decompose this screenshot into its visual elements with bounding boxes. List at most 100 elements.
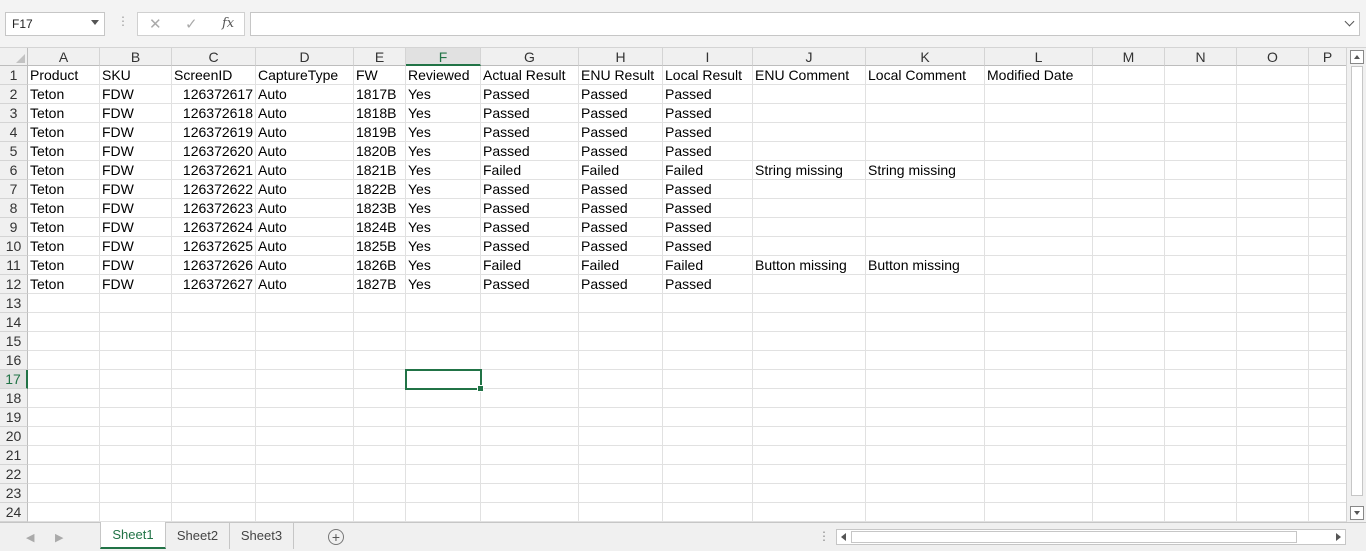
column-header-h[interactable]: H (579, 48, 663, 66)
cell-m15[interactable] (1093, 332, 1165, 351)
cell-m24[interactable] (1093, 503, 1165, 522)
row-header-22[interactable]: 22 (0, 465, 28, 484)
cell-n16[interactable] (1165, 351, 1237, 370)
row-header-9[interactable]: 9 (0, 218, 28, 237)
cell-f6[interactable]: Yes (406, 161, 481, 180)
cell-i8[interactable]: Passed (663, 199, 753, 218)
cell-g8[interactable]: Passed (481, 199, 579, 218)
cell-k5[interactable] (866, 142, 985, 161)
cell-k21[interactable] (866, 446, 985, 465)
formula-input[interactable] (250, 12, 1360, 36)
cell-e12[interactable]: 1827B (354, 275, 406, 294)
cell-m21[interactable] (1093, 446, 1165, 465)
cell-i9[interactable]: Passed (663, 218, 753, 237)
cell-d2[interactable]: Auto (256, 85, 354, 104)
cell-l18[interactable] (985, 389, 1093, 408)
cell-g15[interactable] (481, 332, 579, 351)
cell-f12[interactable]: Yes (406, 275, 481, 294)
cell-f15[interactable] (406, 332, 481, 351)
cell-e11[interactable]: 1826B (354, 256, 406, 275)
cell-i6[interactable]: Failed (663, 161, 753, 180)
cell-h14[interactable] (579, 313, 663, 332)
cell-c8[interactable]: 126372623 (172, 199, 256, 218)
add-sheet-icon[interactable]: + (328, 529, 344, 545)
cell-a8[interactable]: Teton (28, 199, 100, 218)
cell-h4[interactable]: Passed (579, 123, 663, 142)
cell-k8[interactable] (866, 199, 985, 218)
cell-g19[interactable] (481, 408, 579, 427)
cell-c5[interactable]: 126372620 (172, 142, 256, 161)
column-header-l[interactable]: L (985, 48, 1093, 66)
cell-k14[interactable] (866, 313, 985, 332)
cell-i14[interactable] (663, 313, 753, 332)
cell-a15[interactable] (28, 332, 100, 351)
cell-j4[interactable] (753, 123, 866, 142)
cell-p21[interactable] (1309, 446, 1346, 465)
row-header-19[interactable]: 19 (0, 408, 28, 427)
column-header-c[interactable]: C (172, 48, 256, 66)
cell-n11[interactable] (1165, 256, 1237, 275)
cell-b6[interactable]: FDW (100, 161, 172, 180)
cell-n9[interactable] (1165, 218, 1237, 237)
cell-c7[interactable]: 126372622 (172, 180, 256, 199)
cell-n8[interactable] (1165, 199, 1237, 218)
cell-b11[interactable]: FDW (100, 256, 172, 275)
cell-h22[interactable] (579, 465, 663, 484)
tab-split-handle-icon[interactable]: ⋮ (818, 529, 830, 543)
cell-a13[interactable] (28, 294, 100, 313)
cell-a10[interactable]: Teton (28, 237, 100, 256)
cell-e22[interactable] (354, 465, 406, 484)
row-header-5[interactable]: 5 (0, 142, 28, 161)
cell-h5[interactable]: Passed (579, 142, 663, 161)
cell-c6[interactable]: 126372621 (172, 161, 256, 180)
row-header-1[interactable]: 1 (0, 66, 28, 85)
cell-p23[interactable] (1309, 484, 1346, 503)
cell-o16[interactable] (1237, 351, 1309, 370)
cell-i10[interactable]: Passed (663, 237, 753, 256)
cell-l1[interactable]: Modified Date (985, 66, 1093, 85)
cell-p2[interactable] (1309, 85, 1346, 104)
cell-b2[interactable]: FDW (100, 85, 172, 104)
cell-n19[interactable] (1165, 408, 1237, 427)
name-box[interactable]: F17 (5, 12, 105, 36)
cell-l17[interactable] (985, 370, 1093, 389)
cell-c11[interactable]: 126372626 (172, 256, 256, 275)
cell-l4[interactable] (985, 123, 1093, 142)
cell-e14[interactable] (354, 313, 406, 332)
cell-e17[interactable] (354, 370, 406, 389)
cell-o11[interactable] (1237, 256, 1309, 275)
row-header-23[interactable]: 23 (0, 484, 28, 503)
cell-g22[interactable] (481, 465, 579, 484)
cell-c4[interactable]: 126372619 (172, 123, 256, 142)
cell-k15[interactable] (866, 332, 985, 351)
cell-f21[interactable] (406, 446, 481, 465)
cell-o18[interactable] (1237, 389, 1309, 408)
cell-d18[interactable] (256, 389, 354, 408)
cell-m3[interactable] (1093, 104, 1165, 123)
cell-l15[interactable] (985, 332, 1093, 351)
vertical-scrollbar[interactable] (1346, 48, 1366, 522)
cell-d6[interactable]: Auto (256, 161, 354, 180)
cell-d24[interactable] (256, 503, 354, 522)
cell-b1[interactable]: SKU (100, 66, 172, 85)
cell-p19[interactable] (1309, 408, 1346, 427)
cell-k4[interactable] (866, 123, 985, 142)
cell-n14[interactable] (1165, 313, 1237, 332)
cell-e21[interactable] (354, 446, 406, 465)
cell-e20[interactable] (354, 427, 406, 446)
cell-m5[interactable] (1093, 142, 1165, 161)
cell-g12[interactable]: Passed (481, 275, 579, 294)
cell-e13[interactable] (354, 294, 406, 313)
cell-m13[interactable] (1093, 294, 1165, 313)
cell-e9[interactable]: 1824B (354, 218, 406, 237)
cell-n4[interactable] (1165, 123, 1237, 142)
cell-j20[interactable] (753, 427, 866, 446)
cell-j17[interactable] (753, 370, 866, 389)
cell-o20[interactable] (1237, 427, 1309, 446)
cell-j8[interactable] (753, 199, 866, 218)
cell-d5[interactable]: Auto (256, 142, 354, 161)
cell-k2[interactable] (866, 85, 985, 104)
cell-g16[interactable] (481, 351, 579, 370)
row-header-16[interactable]: 16 (0, 351, 28, 370)
column-header-k[interactable]: K (866, 48, 985, 66)
